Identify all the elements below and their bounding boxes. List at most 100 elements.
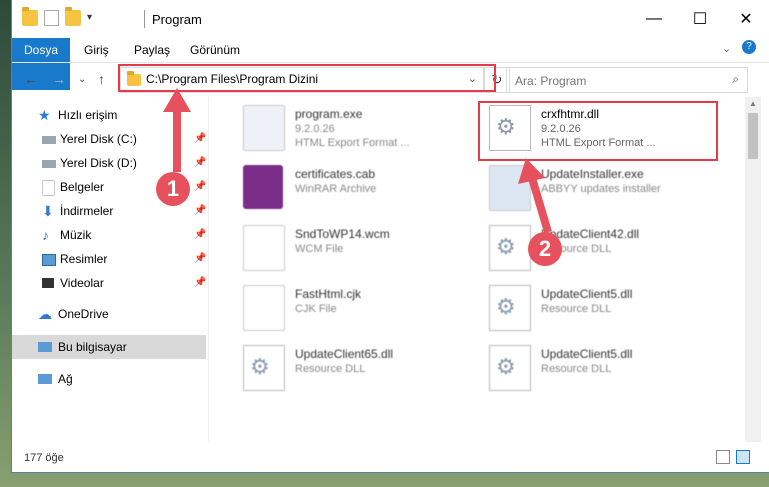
scroll-up-icon[interactable]: ▲ xyxy=(749,99,757,108)
exe-icon xyxy=(243,105,285,151)
recent-locations-icon[interactable]: ⌄ xyxy=(78,74,86,85)
file-highlight-box xyxy=(478,101,718,161)
customize-toolbar-icon[interactable]: ▾ xyxy=(87,10,103,26)
navigation-pane: ★ Hızlı erişim Yerel Disk (C:) 📌 Yerel D… xyxy=(12,97,208,442)
properties-icon[interactable] xyxy=(44,10,59,26)
help-icon[interactable]: ? xyxy=(742,40,756,54)
file-item[interactable]: UpdateClient42.dll Resource DLL xyxy=(481,221,721,273)
computer-icon xyxy=(38,342,52,352)
pin-icon[interactable]: 📌 xyxy=(194,271,206,295)
file-detail: WCM File xyxy=(295,243,344,255)
address-highlight-box xyxy=(118,64,496,92)
pin-icon[interactable]: 📌 xyxy=(194,151,206,175)
cloud-icon: ☁ xyxy=(38,306,52,322)
title-bar: ▾ Program — ☐ ✕ xyxy=(12,0,769,38)
file-detail: WinRAR Archive xyxy=(295,183,377,195)
file-name: SndToWP14.wcm xyxy=(295,227,390,241)
expand-ribbon-icon[interactable]: ⌄ xyxy=(722,42,731,55)
vertical-scrollbar[interactable]: ▲ xyxy=(745,97,761,442)
pin-icon[interactable]: 📌 xyxy=(194,223,206,247)
tab-home[interactable]: Giriş xyxy=(84,38,109,62)
file-detail: Resource DLL xyxy=(541,363,612,375)
folder-icon xyxy=(22,7,38,26)
video-icon xyxy=(42,278,54,288)
sidebar-item-network[interactable]: Ağ xyxy=(12,367,208,391)
sidebar-item-this-pc[interactable]: Bu bilgisayar xyxy=(12,335,206,359)
pin-icon[interactable]: 📌 xyxy=(194,175,206,199)
details-view-icon[interactable] xyxy=(716,450,730,464)
file-item[interactable]: UpdateClient65.dll Resource DLL xyxy=(235,341,475,393)
file-item[interactable]: certificates.cab WinRAR Archive xyxy=(235,161,475,213)
file-item[interactable]: UpdateClient5.dll Resource DLL xyxy=(481,281,721,333)
close-button[interactable]: ✕ xyxy=(723,0,769,38)
dll-icon xyxy=(489,345,531,391)
search-input[interactable] xyxy=(513,70,717,92)
sidebar-item-pictures[interactable]: Resimler 📌 xyxy=(12,247,208,271)
step-marker-1: 1 xyxy=(156,172,190,206)
sidebar-item-videos[interactable]: Videolar 📌 xyxy=(12,271,208,295)
file-item[interactable]: UpdateInstaller.exe ABBYY updates instal… xyxy=(481,161,721,213)
tab-share[interactable]: Paylaş xyxy=(134,38,170,62)
file-name: program.exe xyxy=(295,107,363,121)
maximize-button[interactable]: ☐ xyxy=(677,0,723,38)
dll-icon xyxy=(489,285,531,331)
sidebar-item-label: Yerel Disk (D:) xyxy=(60,156,137,170)
sidebar-item-label: Resimler xyxy=(60,252,108,266)
step-marker-2: 2 xyxy=(528,232,562,266)
sidebar-item-music[interactable]: ♪ Müzik 📌 xyxy=(12,223,208,247)
window-title: Program xyxy=(152,12,202,27)
file-name: UpdateClient5.dll xyxy=(541,287,633,301)
file-detail: ABBYY updates installer xyxy=(541,183,661,195)
music-icon: ♪ xyxy=(42,227,49,243)
file-detail: 9.2.0.26 xyxy=(295,123,335,135)
quick-access-toolbar: ▾ xyxy=(22,7,103,26)
file-item[interactable]: UpdateClient5.dll Resource DLL xyxy=(481,341,721,393)
sidebar-item-label: Belgeler xyxy=(60,180,105,194)
drive-icon xyxy=(42,160,56,168)
file-name: UpdateClient65.dll xyxy=(295,347,394,361)
dll-icon xyxy=(489,225,531,271)
file-detail: Resource DLL xyxy=(541,303,612,315)
dll-icon xyxy=(243,345,285,391)
file-item[interactable]: SndToWP14.wcm WCM File xyxy=(235,221,475,273)
sidebar-item-label: OneDrive xyxy=(58,307,109,321)
sidebar-item-label: Hızlı erişim xyxy=(58,108,118,122)
forward-button[interactable]: → xyxy=(52,71,66,87)
download-icon: ⬇ xyxy=(42,203,54,219)
network-icon xyxy=(38,374,52,384)
file-icon xyxy=(243,225,285,271)
sidebar-item-local-disk-c[interactable]: Yerel Disk (C:) 📌 xyxy=(12,127,208,151)
search-box[interactable]: ⌕ xyxy=(506,67,748,93)
file-detail: HTML Export Format ... xyxy=(295,137,410,149)
file-detail: CJK File xyxy=(295,303,337,315)
file-item[interactable]: FastHtml.cjk CJK File xyxy=(235,281,475,333)
pin-icon[interactable]: 📌 xyxy=(194,127,206,151)
sidebar-item-label: Videolar xyxy=(60,276,104,290)
new-folder-icon[interactable] xyxy=(65,7,81,26)
back-button[interactable]: ← xyxy=(24,71,38,87)
file-name: UpdateClient5.dll xyxy=(541,347,633,361)
sidebar-item-label: Bu bilgisayar xyxy=(58,340,127,354)
pictures-icon xyxy=(42,254,56,266)
pin-icon[interactable]: 📌 xyxy=(194,199,206,223)
sidebar-item-local-disk-d[interactable]: Yerel Disk (D:) 📌 xyxy=(12,151,208,175)
document-icon xyxy=(42,180,55,196)
sidebar-item-label: Müzik xyxy=(60,228,92,242)
minimize-button[interactable]: — xyxy=(631,0,677,38)
installer-icon xyxy=(489,165,531,211)
scrollbar-thumb[interactable] xyxy=(748,113,758,159)
tab-view[interactable]: Görünüm xyxy=(190,38,240,62)
archive-icon xyxy=(243,165,283,209)
file-item[interactable]: program.exe 9.2.0.26 HTML Export Format … xyxy=(235,101,475,153)
file-detail: Resource DLL xyxy=(295,363,366,375)
file-name: FastHtml.cjk xyxy=(295,287,361,301)
large-icons-view-icon[interactable] xyxy=(736,450,750,464)
pin-icon[interactable]: 📌 xyxy=(194,247,206,271)
sidebar-item-label: İndirmeler xyxy=(60,204,114,218)
status-bar: 177 öğe xyxy=(12,442,769,472)
up-button[interactable]: ↑ xyxy=(98,71,105,87)
sidebar-item-onedrive[interactable]: ☁ OneDrive xyxy=(12,302,208,326)
sidebar-item-quick-access[interactable]: ★ Hızlı erişim xyxy=(12,103,208,127)
title-separator xyxy=(144,10,145,28)
sidebar-item-label: Ağ xyxy=(58,372,73,386)
